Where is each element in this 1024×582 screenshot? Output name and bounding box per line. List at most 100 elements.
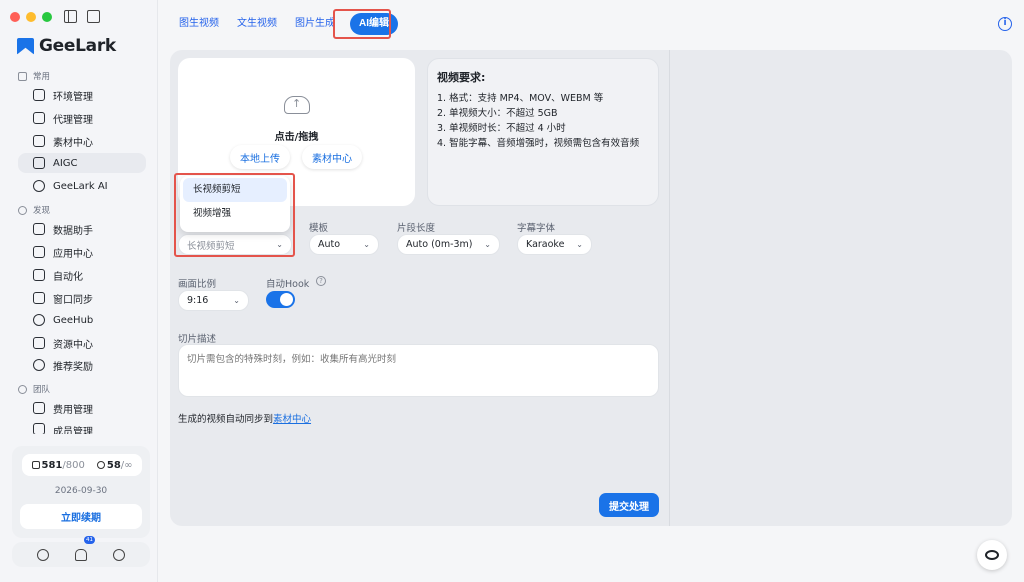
chevron-down-icon: ⌄ xyxy=(363,240,370,249)
team-icon xyxy=(18,384,27,394)
section-label: 团队 xyxy=(33,385,51,395)
segment-length-value: Auto (0m-3m) xyxy=(406,239,473,250)
sidebar-item-window-sync[interactable]: 窗口同步 xyxy=(26,288,146,308)
chevron-down-icon: ⌄ xyxy=(484,240,491,249)
billing-icon xyxy=(33,402,45,414)
sidebar-item-proxy[interactable]: 代理管理 xyxy=(26,108,146,128)
auto-hook-label: 自动Hook xyxy=(266,279,310,290)
sync-note: 生成的视频自动同步到素材中心 xyxy=(178,411,311,425)
window-sync-icon xyxy=(33,292,45,304)
sidebar-item-resources[interactable]: 资源中心 xyxy=(26,333,146,353)
sidebar-item-label: 自动化 xyxy=(53,271,83,283)
tab-text-to-video[interactable]: 文生视频 xyxy=(228,13,286,35)
requirement-line: 1. 格式：支持 MP4、MOV、WEBM 等 xyxy=(437,93,604,104)
sidebar-item-geelark-ai[interactable]: GeeLark AI xyxy=(26,176,146,196)
chevron-down-icon: ⌄ xyxy=(233,296,240,305)
logo: GeeLark xyxy=(17,36,116,56)
member-quota: 58/∞ xyxy=(96,460,132,471)
sidebar-item-referral[interactable]: 推荐奖励 xyxy=(26,355,146,375)
home-icon xyxy=(18,71,27,81)
aspect-ratio-label: 画面比例 xyxy=(178,279,217,290)
sidebar-item-label: 推荐奖励 xyxy=(53,361,93,373)
requirements-title: 视频要求: xyxy=(437,71,486,84)
robot-icon xyxy=(33,269,45,281)
apps-icon xyxy=(33,246,45,258)
support-icon[interactable] xyxy=(37,548,49,561)
sync-note-text: 生成的视频自动同步到 xyxy=(178,414,274,425)
renew-button[interactable]: 立即续期 xyxy=(20,504,142,529)
requirement-line: 4. 智能字幕、音频增强时，视频需包含有效音频 xyxy=(437,138,640,149)
maximize-window-button[interactable] xyxy=(42,12,52,22)
aspect-ratio-select[interactable]: 9:16 ⌄ xyxy=(178,290,249,311)
quota-row: 581/800 58/∞ xyxy=(22,454,142,476)
sidebar-item-billing[interactable]: 费用管理 xyxy=(26,398,146,418)
members-icon xyxy=(33,423,45,434)
quota-card: 581/800 58/∞ 2026-09-30 立即续期 xyxy=(12,446,150,538)
sidebar-item-environment[interactable]: 环境管理 xyxy=(26,85,146,105)
template-label: 模板 xyxy=(309,223,329,234)
app-name: GeeLark xyxy=(39,36,116,56)
chevron-down-icon: ⌄ xyxy=(576,240,583,249)
sidebar-item-materials[interactable]: 素材中心 xyxy=(26,131,146,151)
sidebar-item-data-assistant[interactable]: 数据助手 xyxy=(26,219,146,239)
sidebar-toggle-icon[interactable] xyxy=(64,10,77,23)
sidebar-item-label: 代理管理 xyxy=(53,114,93,126)
window-controls xyxy=(10,12,52,22)
resources-icon xyxy=(33,337,45,349)
sidebar-item-geehub[interactable]: GeeHub xyxy=(26,310,146,330)
section-discover: 发现 xyxy=(18,204,50,216)
requirements-card: 视频要求: 1. 格式：支持 MP4、MOV、WEBM 等 2. 单视频大小：不… xyxy=(427,58,659,206)
aspect-ratio-value: 9:16 xyxy=(187,295,209,306)
sidebar-item-automation[interactable]: 自动化 xyxy=(26,265,146,285)
subtitle-font-value: Karaoke xyxy=(526,239,565,250)
sidebar-item-label: 应用中心 xyxy=(53,248,93,260)
submit-button[interactable]: 提交处理 xyxy=(599,493,659,517)
clip-description-label: 切片描述 xyxy=(178,334,217,345)
close-window-button[interactable] xyxy=(10,12,20,22)
expire-date: 2026-09-30 xyxy=(54,486,108,496)
sidebar-item-aigc[interactable]: AIGC xyxy=(18,153,146,173)
sidebar-item-label: 成员管理 xyxy=(53,427,93,434)
environment-icon xyxy=(33,89,45,101)
sidebar-item-label: 素材中心 xyxy=(53,137,93,149)
material-center-button[interactable]: 素材中心 xyxy=(302,145,362,169)
template-select[interactable]: Auto ⌄ xyxy=(309,234,379,255)
sidebar-item-label: 资源中心 xyxy=(53,339,93,351)
sidebar-item-members[interactable]: 成员管理 xyxy=(26,420,146,434)
minimize-window-button[interactable] xyxy=(26,12,36,22)
logo-icon xyxy=(17,37,34,55)
user-icon xyxy=(96,460,105,469)
subtitle-font-select[interactable]: Karaoke ⌄ xyxy=(517,234,592,255)
material-center-link[interactable]: 素材中心 xyxy=(273,414,311,425)
dollar-icon xyxy=(33,359,45,371)
sidebar-item-label: GeeLark AI xyxy=(53,180,108,192)
discover-icon xyxy=(18,205,27,215)
window-toolbar xyxy=(64,10,100,23)
local-upload-button[interactable]: 本地上传 xyxy=(230,145,290,169)
template-select-value: Auto xyxy=(318,239,341,250)
bell-icon[interactable] xyxy=(75,548,87,561)
sidebar: GeeLark 常用 环境管理 代理管理 素材中心 AIGC GeeLark A… xyxy=(0,0,158,582)
section-common: 常用 xyxy=(18,70,50,82)
user-profile-icon[interactable] xyxy=(113,548,125,561)
profile-icon xyxy=(31,460,40,469)
ai-icon xyxy=(33,180,45,192)
requirement-line: 3. 单视频时长：不超过 4 小时 xyxy=(437,123,566,134)
info-icon[interactable]: i xyxy=(998,17,1012,31)
help-icon[interactable]: ? xyxy=(316,276,326,286)
section-team: 团队 xyxy=(18,383,50,395)
sidebar-item-label: 环境管理 xyxy=(53,91,93,103)
cloud-upload-icon xyxy=(284,96,310,114)
image-icon xyxy=(33,135,45,147)
auto-hook-toggle[interactable] xyxy=(266,291,295,308)
sidebar-item-label: GeeHub xyxy=(53,314,94,326)
assistant-button[interactable] xyxy=(977,540,1007,570)
tab-image-to-video[interactable]: 图生视频 xyxy=(170,13,228,35)
clip-description-input[interactable] xyxy=(178,344,659,397)
sidebar-item-label: AIGC xyxy=(53,157,78,169)
section-label: 发现 xyxy=(33,206,51,216)
segment-length-select[interactable]: Auto (0m-3m) ⌄ xyxy=(397,234,500,255)
edit-icon[interactable] xyxy=(87,10,100,23)
subtitle-font-label: 字幕字体 xyxy=(517,223,556,234)
sidebar-item-app-center[interactable]: 应用中心 xyxy=(26,242,146,262)
